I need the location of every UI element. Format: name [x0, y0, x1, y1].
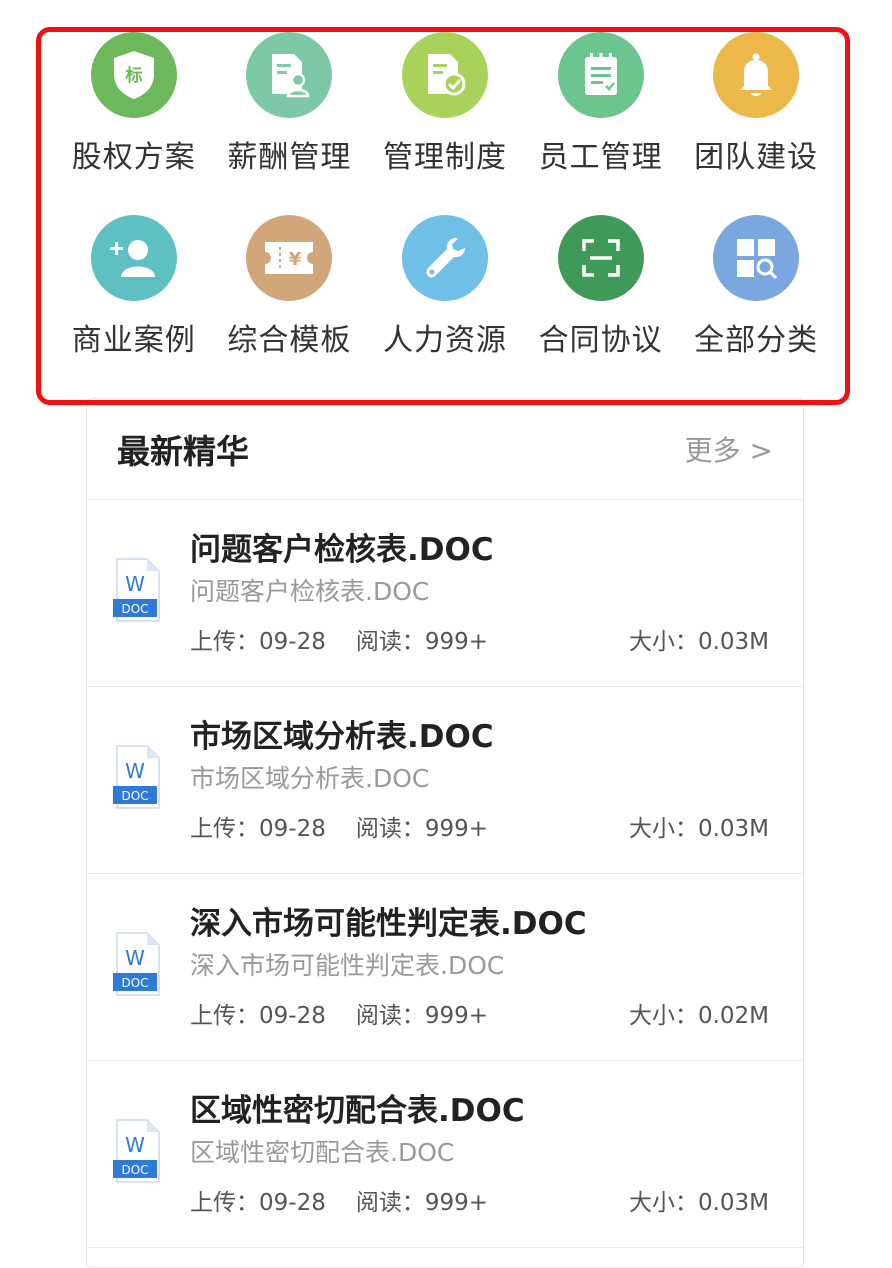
section-header: 最新精华 更多 > [87, 399, 803, 500]
svg-text:W: W [125, 1133, 145, 1157]
ticket-icon: ¥ [246, 215, 333, 301]
svg-text:标: 标 [125, 65, 142, 86]
svg-text:DOC: DOC [121, 602, 148, 616]
upload-date: 上传：09-28 [190, 629, 326, 655]
category-business-case[interactable]: 商业案例 [56, 215, 212, 398]
document-person-icon [246, 32, 333, 118]
category-label: 团队建设 [694, 140, 819, 175]
list-item[interactable]: W DOC 区域性密切配合表.DOC 区域性密切配合表.DOC 上传：09-28… [87, 1061, 803, 1248]
svg-text:DOC: DOC [121, 789, 148, 803]
doc-subtitle: 区域性密切配合表.DOC [190, 1138, 455, 1167]
svg-text:DOC: DOC [121, 976, 148, 990]
svg-text:W: W [125, 572, 145, 596]
section-title: 最新精华 [117, 432, 249, 471]
doc-subtitle: 深入市场可能性判定表.DOC [190, 951, 505, 980]
category-row: 标 股权方案 薪酬管理 管理制度 员工管理 团队建设 [56, 32, 834, 215]
wrench-icon [401, 215, 488, 301]
category-equity-plan[interactable]: 标 股权方案 [56, 32, 212, 215]
word-doc-icon: W DOC [113, 745, 160, 809]
category-hr[interactable]: 人力资源 [367, 215, 523, 398]
doc-title: 深入市场可能性判定表.DOC [190, 906, 587, 942]
doc-subtitle: 问题客户检核表.DOC [190, 577, 430, 606]
file-size: 大小：0.03M [628, 629, 769, 655]
doc-title: 市场区域分析表.DOC [190, 719, 494, 755]
scan-icon [557, 215, 644, 301]
category-label: 合同协议 [538, 323, 663, 358]
doc-meta: 上传：09-28 阅读：999+ 大小：0.02M [190, 996, 769, 1030]
category-label: 综合模板 [227, 323, 352, 358]
file-size: 大小：0.03M [628, 816, 769, 842]
category-grid: 标 股权方案 薪酬管理 管理制度 员工管理 团队建设 商业案例 ¥ 综合模板 人… [56, 32, 834, 398]
read-count: 阅读：999+ [355, 1003, 489, 1029]
doc-title: 区域性密切配合表.DOC [190, 1093, 525, 1129]
doc-title: 问题客户检核表.DOC [190, 532, 494, 568]
svg-text:DOC: DOC [121, 1163, 148, 1177]
category-staff[interactable]: 员工管理 [523, 32, 679, 215]
document-check-icon [401, 32, 488, 118]
read-count: 阅读：999+ [355, 629, 489, 655]
category-label: 薪酬管理 [227, 140, 352, 175]
word-doc-icon: W DOC [113, 932, 160, 996]
category-contracts[interactable]: 合同协议 [523, 215, 679, 398]
category-label: 商业案例 [71, 323, 196, 358]
category-policy[interactable]: 管理制度 [367, 32, 523, 215]
read-count: 阅读：999+ [355, 816, 489, 842]
shield-badge-icon: 标 [90, 32, 177, 118]
category-templates[interactable]: ¥ 综合模板 [212, 215, 368, 398]
category-label: 管理制度 [382, 140, 507, 175]
file-size: 大小：0.03M [628, 1190, 769, 1216]
more-link[interactable]: 更多 > [685, 429, 773, 469]
list-item[interactable]: W DOC 市场区域分析表.DOC 市场区域分析表.DOC 上传：09-28 阅… [87, 687, 803, 874]
svg-text:W: W [125, 946, 145, 970]
list-item[interactable]: W DOC 问题客户检核表.DOC 问题客户检核表.DOC 上传：09-28 阅… [87, 500, 803, 687]
word-doc-icon: W DOC [113, 1119, 160, 1183]
bell-icon [713, 32, 800, 118]
svg-text:¥: ¥ [289, 249, 302, 270]
category-row: 商业案例 ¥ 综合模板 人力资源 合同协议 全部分类 [56, 215, 834, 398]
upload-date: 上传：09-28 [190, 816, 326, 842]
doc-subtitle: 市场区域分析表.DOC [190, 764, 430, 793]
doc-meta: 上传：09-28 阅读：999+ 大小：0.03M [190, 622, 769, 656]
read-count: 阅读：999+ [355, 1190, 489, 1216]
latest-essentials-card: 最新精华 更多 > W DOC 问题客户检核表.DOC 问题客户检核表.DOC … [86, 398, 804, 1268]
doc-meta: 上传：09-28 阅读：999+ 大小：0.03M [190, 1183, 769, 1217]
file-size: 大小：0.02M [628, 1003, 769, 1029]
svg-text:W: W [125, 759, 145, 783]
grid-search-icon [713, 215, 800, 301]
upload-date: 上传：09-28 [190, 1190, 326, 1216]
category-label: 股权方案 [71, 140, 196, 175]
category-all[interactable]: 全部分类 [678, 215, 834, 398]
category-team[interactable]: 团队建设 [678, 32, 834, 215]
add-user-icon [90, 215, 177, 301]
list-item[interactable]: W DOC 深入市场可能性判定表.DOC 深入市场可能性判定表.DOC 上传：0… [87, 874, 803, 1061]
category-label: 人力资源 [382, 323, 507, 358]
category-salary[interactable]: 薪酬管理 [212, 32, 368, 215]
notepad-icon [557, 32, 644, 118]
doc-meta: 上传：09-28 阅读：999+ 大小：0.03M [190, 809, 769, 843]
category-label: 员工管理 [538, 140, 663, 175]
upload-date: 上传：09-28 [190, 1003, 326, 1029]
word-doc-icon: W DOC [113, 558, 160, 622]
category-label: 全部分类 [694, 323, 819, 358]
